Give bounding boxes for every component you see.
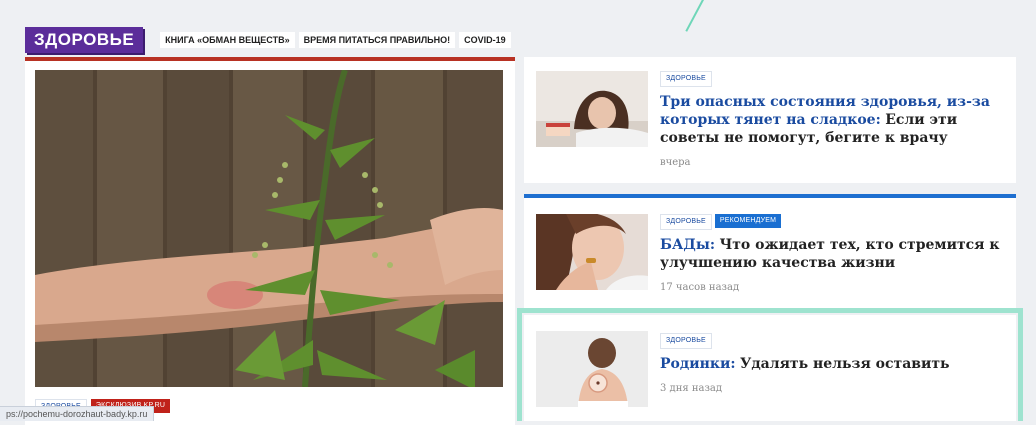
news-badges: ЗДОРОВЬЕ	[660, 71, 1006, 87]
headline-lead: БАДы:	[660, 237, 716, 253]
tag-covid[interactable]: COVID-19	[459, 32, 511, 48]
headline-lead: Родинки:	[660, 356, 736, 372]
news-headline[interactable]: Три опасных состояния здоровья, из-за ко…	[660, 93, 1006, 147]
decorative-line	[685, 0, 708, 32]
news-card-moles[interactable]: ЗДОРОВЬЕ Родинки: Удалять нельзя оставит…	[524, 315, 1016, 421]
news-body: ЗДОРОВЬЕ РЕКОМЕНДУЕМ БАДы: Что ожидает т…	[660, 214, 1006, 293]
woman-with-capsule-photo[interactable]	[536, 214, 648, 290]
news-time: вчера	[660, 157, 691, 168]
category-badge[interactable]: ЗДОРОВЬЕ	[660, 333, 712, 349]
news-time: 3 дня назад	[660, 383, 723, 394]
category-badge[interactable]: ЗДОРОВЬЕ	[660, 71, 712, 87]
news-card-supplements[interactable]: ЗДОРОВЬЕ РЕКОМЕНДУЕМ БАДы: Что ожидает т…	[524, 194, 1016, 308]
recommended-badge[interactable]: РЕКОМЕНДУЕМ	[714, 214, 782, 228]
news-time: 17 часов назад	[660, 282, 740, 293]
news-body: ЗДОРОВЬЕ Родинки: Удалять нельзя оставит…	[660, 333, 1006, 394]
headline-rest: Удалять нельзя оставить	[739, 356, 950, 372]
news-badges: ЗДОРОВЬЕ	[660, 333, 1006, 349]
woman-with-cake-photo[interactable]	[536, 71, 648, 147]
category-badge[interactable]: ЗДОРОВЬЕ	[660, 214, 712, 230]
topic-tags: КНИГА «ОБМАН ВЕЩЕСТВ» ВРЕМЯ ПИТАТЬСЯ ПРА…	[160, 32, 511, 48]
woman-back-moles-photo[interactable]	[536, 331, 648, 407]
tag-eat-right[interactable]: ВРЕМЯ ПИТАТЬСЯ ПРАВИЛЬНО!	[298, 32, 456, 48]
news-body: ЗДОРОВЬЕ Три опасных состояния здоровья,…	[660, 71, 1006, 168]
nettle-arm-photo[interactable]	[35, 70, 503, 387]
section-title[interactable]: ЗДОРОВЬЕ	[25, 27, 144, 53]
news-headline[interactable]: БАДы: Что ожидает тех, кто стремится к у…	[660, 236, 1006, 272]
news-card-sweets[interactable]: ЗДОРОВЬЕ Три опасных состояния здоровья,…	[524, 57, 1016, 183]
status-bar-url: ps://pochemu-dorozhaut-bady.kp.ru	[0, 406, 155, 421]
page-gutter	[1023, 0, 1036, 421]
news-badges: ЗДОРОВЬЕ РЕКОМЕНДУЕМ	[660, 214, 1006, 230]
section-header: ЗДОРОВЬЕ КНИГА «ОБМАН ВЕЩЕСТВ» ВРЕМЯ ПИТ…	[25, 27, 511, 53]
tag-book[interactable]: КНИГА «ОБМАН ВЕЩЕСТВ»	[160, 32, 295, 48]
news-headline[interactable]: Родинки: Удалять нельзя оставить	[660, 355, 1006, 373]
main-article-card[interactable]: ЗДОРОВЬЕ ЭКСКЛЮЗИВ KP.RU	[25, 57, 515, 425]
